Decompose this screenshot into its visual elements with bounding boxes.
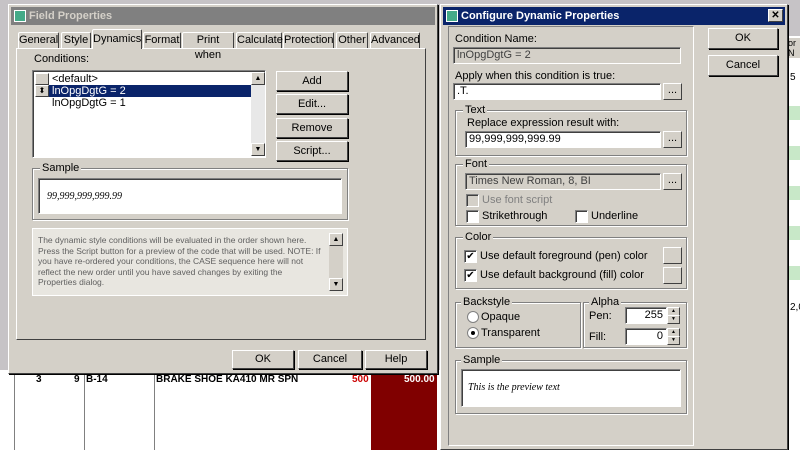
fill-spinner-buttons[interactable]: ▲ ▼ [667,328,680,345]
font-group-label: Font [463,158,490,170]
app-icon [446,10,458,22]
apply-condition-browse-button[interactable]: ... [663,83,682,100]
cancel-button[interactable]: Cancel [298,350,362,369]
fill-label: Fill: [589,331,607,343]
grid-line [84,370,85,450]
tab-label: Protection [284,34,334,46]
apply-condition-label: Apply when this condition is true: [455,70,616,82]
app-icon [14,10,26,22]
config-cancel-button[interactable]: Cancel [708,55,778,76]
pen-label: Pen: [589,310,612,322]
field-properties-titlebar[interactable]: Field Properties [11,7,435,25]
tab-format[interactable]: Format [143,32,181,48]
text-group-label: Text [463,104,488,116]
spin-down-icon[interactable]: ▼ [667,315,680,324]
tab-dynamics[interactable]: Dynamics [92,29,142,49]
backstyle-group-label: Backstyle [461,296,513,308]
tab-other[interactable]: Other [336,32,368,48]
pen-spinner[interactable]: 255 [625,307,667,324]
default-foreground-label: Use default foreground (pen) color [480,250,648,262]
tab-label: Calculate [237,34,283,46]
tab-style[interactable]: Style [61,32,91,48]
use-font-script-checkbox [466,194,479,207]
default-foreground-checkbox[interactable]: ✔ [464,250,477,263]
tab-label: Other [338,34,366,46]
config-sample-label: Sample [461,354,503,366]
ok-button[interactable]: OK [232,350,294,369]
font-field: Times New Roman, 8, BI [465,173,661,190]
replace-browse-button[interactable]: ... [663,131,682,148]
font-browse-button[interactable]: ... [663,173,682,190]
tab-print-when[interactable]: Print when [182,32,234,61]
grid-line [154,370,155,450]
report-row-value1: 500 [352,374,369,385]
dynamics-tab-page [16,48,426,340]
spin-down-icon[interactable]: ▼ [667,336,680,345]
default-background-checkbox[interactable]: ✔ [464,269,477,282]
tab-advanced[interactable]: Advanced [370,32,420,48]
preview-text-box: This is the preview text [461,369,681,407]
tab-label: Format [144,34,180,46]
grid-line [14,370,15,450]
help-button[interactable]: Help [365,350,427,369]
config-ok-button[interactable]: OK [708,28,778,49]
tab-protection[interactable]: Protection [283,32,334,48]
fill-spinner[interactable]: 0 [625,328,667,345]
opaque-label: Opaque [481,311,521,323]
configure-dynamic-titlebar[interactable]: Configure Dynamic Properties ✕ [443,7,785,25]
report-row-number: 3 [36,374,42,385]
window-title: Configure Dynamic Properties [461,10,620,22]
right-cell-value: 2,0 [790,302,800,313]
transparent-radio[interactable] [467,327,479,339]
opaque-radio[interactable] [467,311,479,323]
tab-label: Dynamics [93,33,142,45]
condition-name-field: lnOpgDgtG = 2 [453,47,681,64]
color-group-label: Color [463,231,494,243]
green-band [788,266,800,280]
green-band [788,106,800,120]
default-background-label: Use default background (fill) color [480,269,644,281]
underline-label: Underline [591,210,639,222]
green-band [788,226,800,240]
close-icon[interactable]: ✕ [768,9,783,22]
background-right-strip: or N 5 2,0 [788,36,800,450]
strikethrough-label: Strikethrough [482,210,548,222]
right-header: or N [788,38,800,58]
alpha-group-label: Alpha [589,296,622,308]
report-row-desc: BRAKE SHOE KA410 MR SPN [156,374,299,385]
background-color-button[interactable] [663,267,682,284]
report-row-code: B-14 [86,374,108,385]
backstyle-group [455,302,581,348]
foreground-color-button[interactable] [663,247,682,264]
color-group [455,237,687,289]
green-band [788,186,800,200]
transparent-label: Transparent [481,327,540,339]
apply-condition-field[interactable]: .T. [453,83,661,100]
tab-general[interactable]: General [18,32,59,48]
underline-checkbox[interactable] [575,210,588,223]
replace-label: Replace expression result with: [467,117,620,129]
green-band [788,146,800,160]
use-font-script-label: Use font script [482,194,553,206]
tab-label: Style [63,34,89,46]
report-row-value2: 500.00 [404,374,435,385]
tab-label: Advanced [371,34,420,46]
report-row-col2: 9 [74,374,80,385]
pen-spinner-buttons[interactable]: ▲ ▼ [667,307,680,324]
right-cell-value: 5 [790,72,796,83]
condition-name-label: Condition Name: [455,33,537,45]
window-title: Field Properties [29,10,113,22]
strikethrough-checkbox[interactable] [466,210,479,223]
tab-label: General [19,34,59,46]
tab-calculate[interactable]: Calculate [236,32,283,48]
replace-field[interactable]: 99,999,999,999.99 [465,131,661,148]
